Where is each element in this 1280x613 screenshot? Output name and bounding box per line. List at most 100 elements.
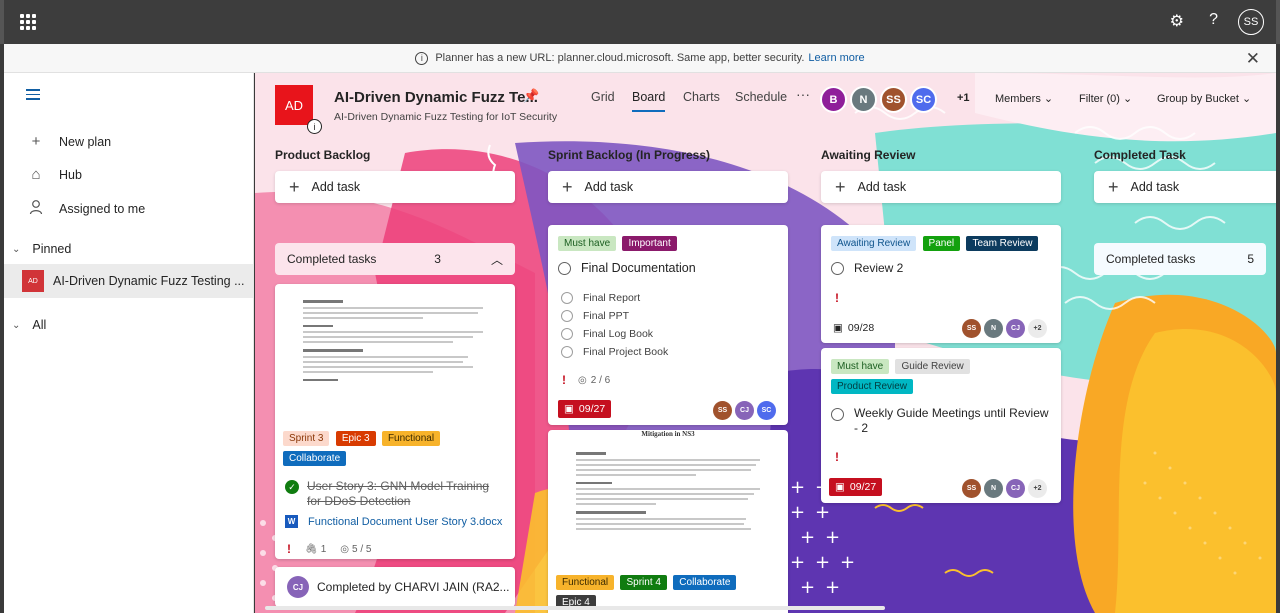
add-task-button[interactable]: + Add task [1094, 171, 1276, 203]
app-launcher-icon[interactable] [20, 14, 36, 30]
filter-button[interactable]: Filter (0) ⌄ [1079, 92, 1132, 105]
completed-by-text: Completed by CHARVI JAIN (RA2... [317, 580, 510, 594]
checklist-count: 5 / 5 [352, 543, 372, 555]
label-tag: Guide Review [895, 359, 970, 374]
svg-text:+: + [800, 577, 815, 598]
bucket-title[interactable]: Completed Task [1094, 148, 1186, 162]
plus-icon: + [562, 176, 573, 197]
plan-info-icon[interactable]: i [307, 119, 322, 134]
checklist-checkbox[interactable] [561, 328, 573, 340]
svg-text:+: + [790, 502, 805, 523]
learn-more-link[interactable]: Learn more [808, 52, 864, 64]
label-tag: Epic 3 [335, 431, 376, 446]
help-icon[interactable]: ? [1209, 11, 1218, 29]
due-date[interactable]: ▣ 09/27 [558, 400, 612, 418]
checklist-item[interactable]: Final Log Book [561, 325, 668, 343]
completed-check-icon[interactable]: ✓ [285, 480, 299, 494]
more-views-button[interactable]: ··· [796, 86, 810, 102]
label-group: Must have Important [558, 235, 680, 255]
task-card[interactable]: Sprint 3 Epic 3 Functional Collaborate ✓… [275, 284, 515, 559]
task-footer: ! 🖇 1 ◎ 5 / 5 [287, 542, 371, 556]
completed-tasks-count: 3 [434, 252, 441, 266]
pin-icon[interactable]: 📌 [523, 88, 539, 104]
add-task-button[interactable]: + Add task [821, 171, 1061, 203]
gear-icon[interactable]: ⚙ [1170, 11, 1184, 31]
close-icon[interactable]: ✕ [1246, 49, 1260, 69]
member-avatar[interactable]: B [820, 86, 847, 113]
chevron-down-icon: ⌄ [1043, 93, 1054, 105]
chevron-up-icon: ︿ [490, 252, 503, 267]
complete-task-checkbox[interactable] [831, 261, 844, 275]
task-title[interactable]: Final Documentation [581, 261, 696, 275]
assignee-group[interactable]: SS N CJ +2 [959, 319, 1047, 338]
bucket-title[interactable]: Awaiting Review [821, 148, 915, 162]
plus-icon: + [1108, 176, 1119, 197]
add-task-button[interactable]: + Add task [548, 171, 788, 203]
tab-schedule[interactable]: Schedule [735, 90, 787, 104]
complete-task-checkbox[interactable] [831, 408, 844, 421]
due-date[interactable]: ▣ 09/28 [833, 322, 874, 334]
sidebar-item-pinned-plan[interactable]: AD AI-Driven Dynamic Fuzz Testing ... [4, 264, 253, 298]
group-by-button[interactable]: Group by Bucket ⌄ [1157, 92, 1251, 105]
members-label: Members [995, 93, 1041, 105]
assignee-group[interactable]: SS N CJ +2 [959, 479, 1047, 498]
members-button[interactable]: Members ⌄ [995, 92, 1053, 105]
bucket-title[interactable]: Product Backlog [275, 148, 370, 162]
plan-title[interactable]: AI-Driven Dynamic Fuzz Te... [334, 89, 538, 106]
checklist-item[interactable]: Final Report [561, 289, 668, 307]
plus-icon: + [289, 176, 300, 197]
tab-board[interactable]: Board [632, 90, 666, 112]
checklist-item-label: Final PPT [583, 310, 630, 322]
svg-text:+: + [815, 552, 830, 573]
user-avatar[interactable]: SS [1238, 9, 1264, 35]
checklist-item[interactable]: Final Project Book [561, 343, 668, 361]
task-card[interactable]: Must have Guide Review Product Review We… [821, 348, 1061, 503]
checklist-checkbox[interactable] [561, 310, 573, 322]
tab-grid[interactable]: Grid [591, 90, 615, 104]
task-card[interactable]: Mitigation in NS3 Functional Sprint 4 Co… [548, 430, 788, 613]
member-avatar[interactable]: SS [880, 86, 907, 113]
add-task-button[interactable]: + Add task [275, 171, 515, 203]
checklist-checkbox[interactable] [561, 292, 573, 304]
all-section-toggle[interactable]: ⌄ All [12, 318, 46, 332]
task-title[interactable]: Review 2 [854, 261, 903, 275]
sidebar-item-label: Assigned to me [59, 202, 146, 216]
complete-task-checkbox[interactable] [558, 261, 571, 275]
group-by-label: Group by Bucket [1157, 93, 1239, 105]
member-avatar[interactable]: N [850, 86, 877, 113]
member-avatar[interactable]: SC [910, 86, 937, 113]
task-card[interactable]: Must have Important Final Documentation … [548, 225, 788, 425]
task-title[interactable]: User Story 3: GNN Model Training for DDo… [307, 479, 505, 509]
chevron-down-icon: ⌄ [1242, 93, 1252, 105]
completed-by-row[interactable]: CJ Completed by CHARVI JAIN (RA2... [275, 567, 515, 607]
hamburger-menu-icon[interactable] [26, 89, 40, 103]
checklist-checkbox[interactable] [561, 346, 573, 358]
avatar: CJ [1006, 479, 1025, 498]
bucket-title[interactable]: Sprint Backlog (In Progress) [548, 148, 710, 162]
completed-tasks-toggle[interactable]: Completed tasks 3 ︿ [275, 243, 515, 275]
checklist-item[interactable]: Final PPT [561, 307, 668, 325]
sidebar-item-hub[interactable]: ⌂ Hub [26, 166, 82, 183]
task-title[interactable]: Weekly Guide Meetings until Review - 2 [854, 406, 1053, 436]
sidebar-item-assigned-to-me[interactable]: Assigned to me [26, 199, 145, 219]
label-group: Awaiting Review Panel Team Review [831, 235, 1059, 255]
pinned-section-toggle[interactable]: ⌄ Pinned [12, 242, 71, 256]
attachment-link[interactable]: W Functional Document User Story 3.docx [285, 515, 502, 528]
due-date[interactable]: ▣ 09/27 [829, 478, 883, 496]
url-change-banner: i Planner has a new URL: planner.cloud.m… [4, 44, 1276, 73]
sidebar-item-new-plan[interactable]: + New plan [26, 133, 112, 150]
plan-logo[interactable]: AD [275, 85, 313, 125]
label-tag: Awaiting Review [831, 236, 917, 251]
sidebar-item-label: Hub [59, 167, 82, 182]
svg-text:+: + [825, 577, 840, 598]
avatar: CJ [735, 401, 754, 420]
extra-members-count[interactable]: +1 [957, 92, 970, 104]
task-card[interactable]: Awaiting Review Panel Team Review Review… [821, 225, 1061, 343]
assignee-group[interactable]: SS CJ SC [710, 401, 776, 420]
important-icon: ! [562, 373, 566, 387]
checklist-icon: ◎ [578, 374, 587, 386]
horizontal-scrollbar[interactable] [265, 606, 885, 610]
tab-charts[interactable]: Charts [683, 90, 720, 104]
person-icon [26, 199, 46, 219]
completed-tasks-toggle[interactable]: Completed tasks 5 [1094, 243, 1266, 275]
